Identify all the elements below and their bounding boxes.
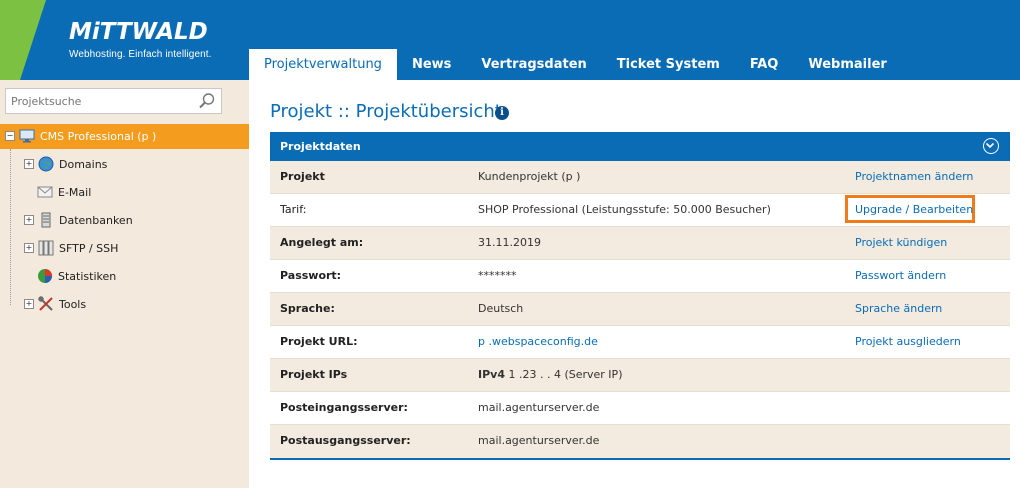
tree-item-statistiken[interactable]: Statistiken <box>37 267 116 285</box>
tab-faq[interactable]: FAQ <box>735 49 794 80</box>
table-row: Sprache: Deutsch Sprache ändern <box>270 293 1010 326</box>
expand-toggle[interactable]: + <box>24 299 34 309</box>
row-label: Postausgangsserver: <box>280 434 411 447</box>
expand-toggle[interactable]: + <box>24 243 34 253</box>
expand-toggle[interactable]: + <box>24 215 34 225</box>
change-password-link[interactable]: Passwort ändern <box>855 260 946 292</box>
table-row: Posteingangsserver: mail.agenturserver.d… <box>270 392 1010 425</box>
table-row: Projekt URL: p .webspaceconfig.de Projek… <box>270 326 1010 359</box>
tree-project-label: CMS Professional (p ) <box>40 129 157 143</box>
row-label: Posteingangsserver: <box>280 401 408 414</box>
panel-title: Projektdaten <box>280 140 361 153</box>
tree-project-cms-professional[interactable]: − CMS Professional (p ) <box>0 124 249 149</box>
row-value: SHOP Professional (Leistungsstufe: 50.00… <box>478 203 771 216</box>
row-value: IPv4 1 .23 . . 4 (Server IP) <box>478 359 622 391</box>
table-row: Projekt IPs IPv4 1 .23 . . 4 (Server IP) <box>270 359 1010 392</box>
tab-webmailer[interactable]: Webmailer <box>793 49 901 80</box>
row-label: Passwort: <box>280 269 342 282</box>
main-nav: Projektverwaltung News Vertragsdaten Tic… <box>249 49 902 80</box>
chevron-down-icon[interactable] <box>983 138 999 154</box>
project-search-input[interactable] <box>6 89 196 113</box>
tools-icon <box>38 296 53 311</box>
tree-item-label: E-Mail <box>58 185 92 199</box>
table-row: Angelegt am: 31.11.2019 Projekt kündigen <box>270 227 1010 260</box>
tree-item-email[interactable]: E-Mail <box>37 183 91 201</box>
globe-icon <box>38 156 54 172</box>
envelope-icon <box>37 186 53 198</box>
row-value: mail.agenturserver.de <box>478 401 600 414</box>
row-label: Sprache: <box>280 302 335 315</box>
row-label: Projekt <box>280 170 325 183</box>
collapse-toggle[interactable]: − <box>5 131 15 141</box>
project-data-panel: Projektdaten Projekt Kundenprojekt (p ) … <box>270 132 1010 460</box>
brand-green-stripe <box>0 0 20 80</box>
tab-news[interactable]: News <box>397 49 466 80</box>
tree-item-datenbanken[interactable]: + Datenbanken <box>24 211 133 229</box>
panel-header: Projektdaten <box>270 132 1010 161</box>
folder-server-icon <box>38 240 54 256</box>
tree-item-sftp-ssh[interactable]: + SFTP / SSH <box>24 239 118 257</box>
pie-chart-icon <box>38 269 52 283</box>
ip-version-label: IPv4 <box>478 368 505 381</box>
database-icon <box>41 212 51 228</box>
table-row: Passwort: ******* Passwort ändern <box>270 260 1010 293</box>
row-value: Kundenprojekt (p ) <box>478 170 581 183</box>
panel-bottom-border <box>270 458 1010 460</box>
page-title: Projekt :: Projektübersicht <box>270 101 502 122</box>
row-label: Projekt IPs <box>280 368 348 381</box>
brand-green-wedge <box>20 0 46 80</box>
tree-item-domains[interactable]: + Domains <box>24 155 107 173</box>
tree-item-label: Tools <box>59 297 87 311</box>
table-row: Projekt Kundenprojekt (p ) Projektnamen … <box>270 161 1010 194</box>
cancel-project-link[interactable]: Projekt kündigen <box>855 227 947 259</box>
tab-vertragsdaten[interactable]: Vertragsdaten <box>466 49 601 80</box>
tree-item-label: Datenbanken <box>59 213 133 227</box>
expand-toggle[interactable]: + <box>24 159 34 169</box>
table-row: Postausgangsserver: mail.agenturserver.d… <box>270 425 1010 458</box>
row-label: Tarif: <box>280 203 307 216</box>
tab-projektverwaltung[interactable]: Projektverwaltung <box>249 49 397 80</box>
row-value: mail.agenturserver.de <box>478 434 600 447</box>
tree-connector <box>10 149 11 305</box>
tree-item-tools[interactable]: + Tools <box>24 295 86 313</box>
row-label: Angelegt am: <box>280 236 364 249</box>
project-url-link[interactable]: p .webspaceconfig.de <box>478 326 598 358</box>
row-value: Deutsch <box>478 302 524 315</box>
search-icon[interactable] <box>198 92 216 110</box>
ip-address: 1 .23 . . 4 (Server IP) <box>508 368 623 381</box>
top-header: MiTTWALD Webhosting. Einfach intelligent… <box>0 0 1020 80</box>
info-icon[interactable]: i <box>495 106 509 120</box>
row-value: ******* <box>478 269 517 282</box>
row-label: Projekt URL: <box>280 335 358 348</box>
monitor-icon <box>19 129 35 143</box>
logo-tagline: Webhosting. Einfach intelligent. <box>69 49 212 60</box>
row-value: 31.11.2019 <box>478 236 541 249</box>
tree-item-label: SFTP / SSH <box>59 241 119 255</box>
rename-project-link[interactable]: Projektnamen ändern <box>855 161 973 193</box>
outsource-project-link[interactable]: Projekt ausgliedern <box>855 326 961 358</box>
upgrade-edit-link[interactable]: Upgrade / Bearbeiten <box>855 194 973 226</box>
tree-item-label: Domains <box>59 157 108 171</box>
tree-item-label: Statistiken <box>58 269 117 283</box>
tab-ticket-system[interactable]: Ticket System <box>602 49 735 80</box>
project-search <box>5 88 222 114</box>
change-language-link[interactable]: Sprache ändern <box>855 293 942 325</box>
sidebar: − CMS Professional (p ) + Domains <box>0 80 249 318</box>
sidebar-footer-area <box>0 318 249 488</box>
mittwald-logo[interactable]: MiTTWALD <box>69 21 208 44</box>
table-row: Tarif: SHOP Professional (Leistungsstufe… <box>270 194 1010 227</box>
